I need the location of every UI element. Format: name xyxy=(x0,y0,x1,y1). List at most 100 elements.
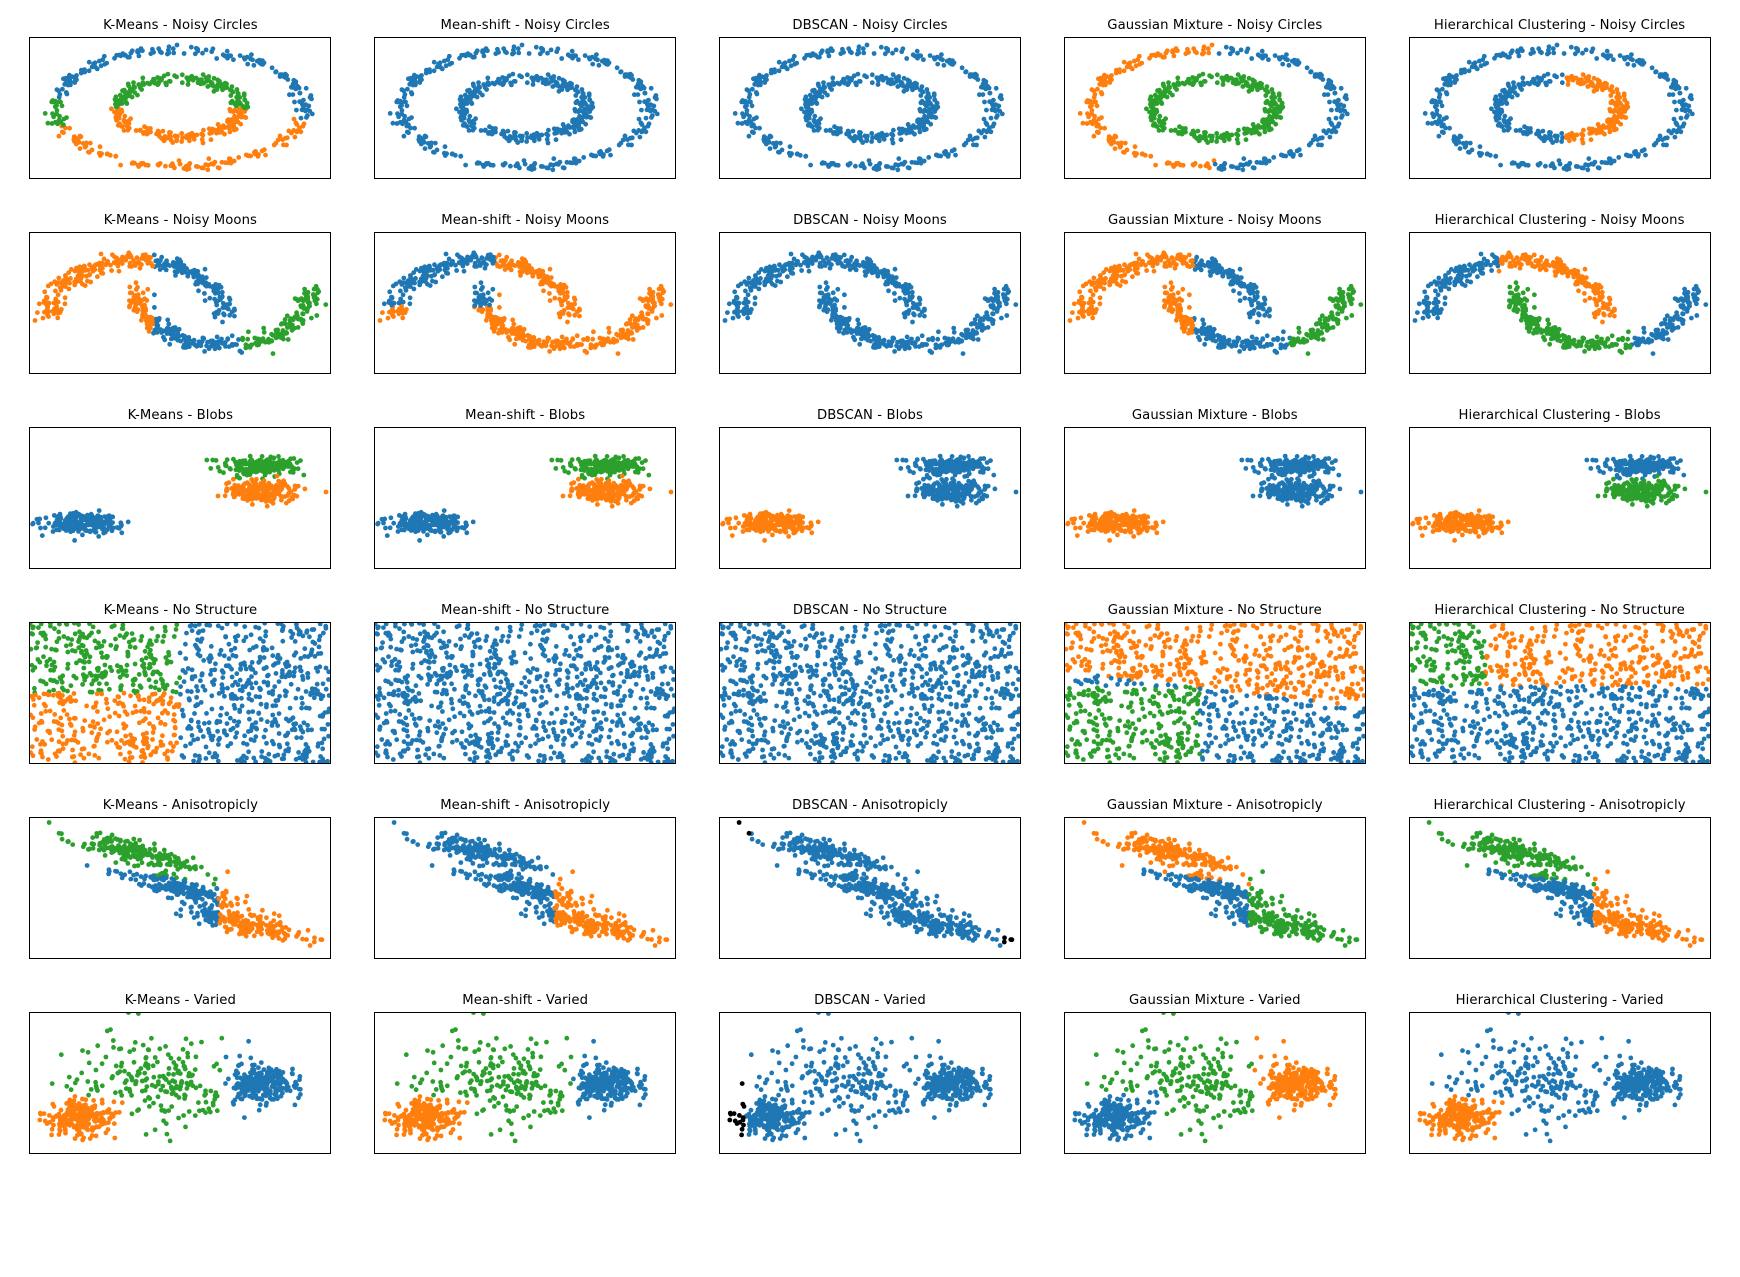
chart-panel xyxy=(1064,37,1366,179)
chart-title: K-Means - Blobs xyxy=(128,408,234,423)
scatter-plot xyxy=(720,233,1020,373)
chart-panel xyxy=(1409,37,1711,179)
chart-title: DBSCAN - Noisy Moons xyxy=(793,213,947,228)
chart-title: Mean-shift - Blobs xyxy=(465,408,585,423)
scatter-plot xyxy=(1065,623,1365,763)
chart-panel xyxy=(719,37,1021,179)
scatter-plot xyxy=(375,623,675,763)
chart-cell: Hierarchical Clustering - No Structure xyxy=(1401,603,1718,764)
chart-cell: Mean-shift - Noisy Circles xyxy=(367,18,684,179)
scatter-plot xyxy=(375,233,675,373)
chart-cell: DBSCAN - No Structure xyxy=(712,603,1029,764)
scatter-plot xyxy=(30,233,330,373)
chart-title: K-Means - Varied xyxy=(125,993,236,1008)
scatter-plot xyxy=(30,38,330,178)
chart-title: Hierarchical Clustering - Anisotropicly xyxy=(1434,798,1686,813)
chart-cell: Mean-shift - Anisotropicly xyxy=(367,798,684,959)
chart-cell: Mean-shift - Varied xyxy=(367,993,684,1154)
chart-title: K-Means - Anisotropicly xyxy=(103,798,258,813)
chart-panel xyxy=(29,232,331,374)
chart-title: K-Means - Noisy Moons xyxy=(104,213,257,228)
scatter-plot xyxy=(30,623,330,763)
scatter-plot xyxy=(375,38,675,178)
scatter-plot xyxy=(375,428,675,568)
chart-panel xyxy=(1064,427,1366,569)
chart-cell: Gaussian Mixture - Anisotropicly xyxy=(1056,798,1373,959)
scatter-plot xyxy=(1065,233,1365,373)
scatter-plot xyxy=(1410,38,1710,178)
chart-panel xyxy=(719,622,1021,764)
chart-panel xyxy=(1409,817,1711,959)
chart-cell: K-Means - Noisy Moons xyxy=(22,213,339,374)
chart-panel xyxy=(29,622,331,764)
chart-cell: Gaussian Mixture - Blobs xyxy=(1056,408,1373,569)
chart-cell: Gaussian Mixture - Noisy Moons xyxy=(1056,213,1373,374)
scatter-plot xyxy=(1065,428,1365,568)
chart-title: Gaussian Mixture - No Structure xyxy=(1108,603,1322,618)
chart-title: DBSCAN - Blobs xyxy=(817,408,923,423)
scatter-plot xyxy=(1065,1013,1365,1153)
chart-title: DBSCAN - No Structure xyxy=(793,603,947,618)
chart-panel xyxy=(374,622,676,764)
scatter-plot xyxy=(720,818,1020,958)
scatter-plot xyxy=(1410,428,1710,568)
chart-cell: Hierarchical Clustering - Noisy Circles xyxy=(1401,18,1718,179)
chart-panel xyxy=(1064,622,1366,764)
chart-cell: Mean-shift - No Structure xyxy=(367,603,684,764)
chart-panel xyxy=(29,37,331,179)
scatter-plot xyxy=(720,428,1020,568)
chart-cell: K-Means - Anisotropicly xyxy=(22,798,339,959)
chart-panel xyxy=(29,427,331,569)
scatter-plot xyxy=(30,818,330,958)
chart-title: K-Means - Noisy Circles xyxy=(103,18,258,33)
chart-panel xyxy=(1409,622,1711,764)
chart-panel xyxy=(1409,232,1711,374)
chart-cell: Mean-shift - Noisy Moons xyxy=(367,213,684,374)
scatter-plot xyxy=(1065,38,1365,178)
chart-cell: DBSCAN - Blobs xyxy=(712,408,1029,569)
chart-title: DBSCAN - Noisy Circles xyxy=(792,18,947,33)
chart-cell: DBSCAN - Varied xyxy=(712,993,1029,1154)
chart-panel xyxy=(374,427,676,569)
chart-title: Mean-shift - Noisy Circles xyxy=(441,18,610,33)
chart-panel xyxy=(719,427,1021,569)
chart-panel xyxy=(29,817,331,959)
chart-panel xyxy=(374,817,676,959)
chart-cell: K-Means - Varied xyxy=(22,993,339,1154)
chart-cell: Gaussian Mixture - No Structure xyxy=(1056,603,1373,764)
chart-cell: Hierarchical Clustering - Noisy Moons xyxy=(1401,213,1718,374)
chart-title: Mean-shift - Varied xyxy=(462,993,588,1008)
chart-title: Mean-shift - No Structure xyxy=(441,603,609,618)
chart-title: Hierarchical Clustering - Varied xyxy=(1456,993,1664,1008)
chart-panel xyxy=(719,817,1021,959)
scatter-plot xyxy=(720,1013,1020,1153)
chart-cell: Hierarchical Clustering - Anisotropicly xyxy=(1401,798,1718,959)
chart-panel xyxy=(719,232,1021,374)
chart-panel xyxy=(1064,817,1366,959)
chart-cell: DBSCAN - Noisy Moons xyxy=(712,213,1029,374)
chart-title: Gaussian Mixture - Blobs xyxy=(1132,408,1298,423)
scatter-plot xyxy=(375,818,675,958)
chart-panel xyxy=(1064,1012,1366,1154)
chart-cell: Hierarchical Clustering - Blobs xyxy=(1401,408,1718,569)
chart-title: Hierarchical Clustering - Blobs xyxy=(1458,408,1660,423)
scatter-plot xyxy=(1410,233,1710,373)
chart-cell: Mean-shift - Blobs xyxy=(367,408,684,569)
chart-title: Mean-shift - Anisotropicly xyxy=(440,798,610,813)
scatter-plot xyxy=(375,1013,675,1153)
chart-grid: K-Means - Noisy Circles Mean-shift - Nois… xyxy=(0,0,1740,1182)
scatter-plot xyxy=(30,1013,330,1153)
scatter-plot xyxy=(1410,1013,1710,1153)
chart-title: DBSCAN - Varied xyxy=(814,993,926,1008)
scatter-plot xyxy=(1065,818,1365,958)
chart-cell: Gaussian Mixture - Varied xyxy=(1056,993,1373,1154)
chart-panel xyxy=(1409,1012,1711,1154)
chart-title: Gaussian Mixture - Noisy Moons xyxy=(1108,213,1322,228)
chart-panel xyxy=(374,37,676,179)
chart-panel xyxy=(1064,232,1366,374)
chart-title: Hierarchical Clustering - No Structure xyxy=(1434,603,1684,618)
chart-panel xyxy=(719,1012,1021,1154)
chart-title: Mean-shift - Noisy Moons xyxy=(441,213,609,228)
chart-title: DBSCAN - Anisotropicly xyxy=(792,798,948,813)
chart-title: Hierarchical Clustering - Noisy Circles xyxy=(1434,18,1685,33)
